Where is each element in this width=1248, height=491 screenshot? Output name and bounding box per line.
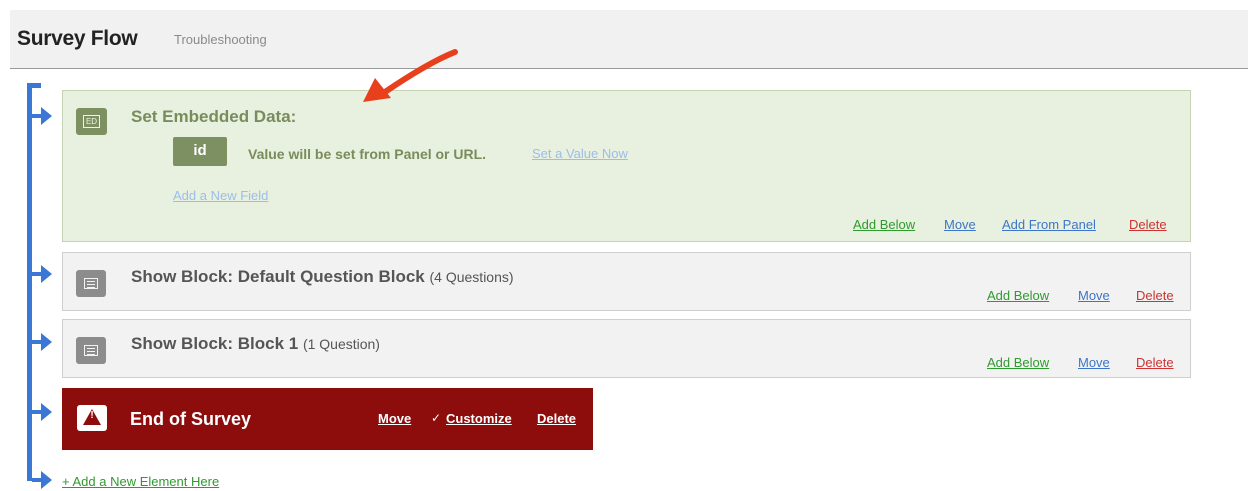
flow-arrow-icon [41, 471, 52, 489]
customize-button[interactable]: Customize [446, 411, 512, 426]
move-button[interactable]: Move [1078, 355, 1110, 370]
survey-flow-header: Survey Flow Troubleshooting [10, 10, 1248, 69]
move-button[interactable]: Move [1078, 288, 1110, 303]
add-field-link[interactable]: Add a New Field [173, 188, 268, 203]
add-from-panel-button[interactable]: Add From Panel [1002, 217, 1096, 232]
add-below-button[interactable]: Add Below [853, 217, 915, 232]
end-delete-button[interactable]: Delete [537, 411, 576, 426]
add-below-button[interactable]: Add Below [987, 288, 1049, 303]
end-move-button[interactable]: Move [378, 411, 411, 426]
embedded-data-title: Set Embedded Data: [131, 107, 297, 126]
embedded-data-icon: ED [76, 108, 107, 135]
add-new-element-link[interactable]: + Add a New Element Here [62, 474, 219, 489]
embedded-field-status: Value will be set from Panel or URL. [248, 146, 487, 162]
flow-connector-line [27, 83, 32, 481]
delete-button[interactable]: Delete [1129, 217, 1167, 232]
block-title: Show Block: Default Question Block (4 Qu… [131, 267, 514, 286]
block-list-icon [76, 337, 106, 364]
flow-arrow-icon [41, 265, 52, 283]
end-of-survey-title: End of Survey [130, 409, 252, 429]
end-of-survey-element[interactable]: ! End of Survey Move ✓ Customize Delete [62, 388, 593, 450]
delete-button[interactable]: Delete [1136, 355, 1174, 370]
block-question-count: (1 Question) [302, 336, 380, 352]
delete-button[interactable]: Delete [1136, 288, 1174, 303]
add-below-button[interactable]: Add Below [987, 355, 1049, 370]
flow-arrow-icon [41, 107, 52, 125]
block-question-count: (4 Questions) [429, 269, 514, 285]
warning-icon: ! [77, 405, 107, 431]
show-block-element[interactable]: Show Block: Block 1 (1 Question) Add Bel… [62, 319, 1191, 378]
page-title: Survey Flow [17, 27, 138, 50]
annotation-arrow-icon [363, 49, 458, 102]
flow-arrow-icon [41, 333, 52, 351]
block-list-icon [76, 270, 106, 297]
embedded-field-name[interactable]: id [173, 137, 227, 166]
block-title: Show Block: Block 1 (1 Question) [131, 334, 380, 353]
flow-connector-top [27, 83, 41, 88]
set-value-link[interactable]: Set a Value Now [532, 146, 628, 161]
page-subtitle: Troubleshooting [174, 32, 267, 47]
checkmark-icon: ✓ [431, 411, 442, 425]
show-block-element[interactable]: Show Block: Default Question Block (4 Qu… [62, 252, 1191, 311]
embedded-data-element[interactable]: ED Set Embedded Data: id Value will be s… [62, 90, 1191, 242]
flow-arrow-icon [41, 403, 52, 421]
move-button[interactable]: Move [944, 217, 976, 232]
